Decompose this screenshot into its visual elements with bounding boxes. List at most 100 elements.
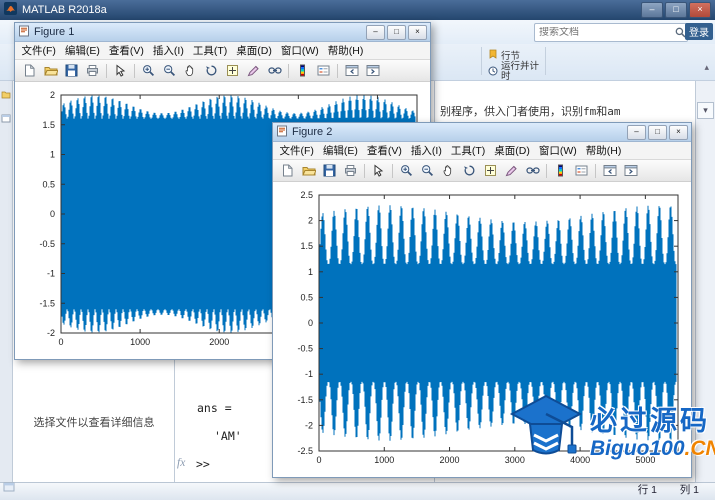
data-cursor-button[interactable] <box>222 61 243 80</box>
menu-file[interactable]: 文件(F) <box>275 143 318 158</box>
pan-icon <box>184 64 197 77</box>
insert-legend-button[interactable] <box>313 61 334 80</box>
y-tick-label: -2 <box>305 420 313 430</box>
rotate-3d-button[interactable] <box>201 61 222 80</box>
pan-button[interactable] <box>438 161 459 180</box>
x-tick-label: 1000 <box>374 455 394 465</box>
figure-2-maximize-button[interactable]: □ <box>648 125 667 140</box>
insert-colorbar-icon <box>296 64 309 77</box>
menu-insert[interactable]: 插入(I) <box>406 143 446 158</box>
pan-button[interactable] <box>180 61 201 80</box>
show-plot-tools-button[interactable] <box>362 61 383 80</box>
hide-plot-tools-icon <box>603 164 617 177</box>
run-and-time-button[interactable]: 运行并计时 <box>488 62 540 82</box>
figure-1-maximize-button[interactable]: □ <box>387 25 406 40</box>
ribbon-collapse-icon[interactable]: ▴ <box>704 62 709 73</box>
insert-colorbar-button[interactable] <box>550 161 571 180</box>
main-close-button[interactable]: × <box>689 2 711 18</box>
figure-1-titlebar[interactable]: Figure 1–□× <box>15 23 430 42</box>
menu-help[interactable]: 帮助(H) <box>581 143 626 158</box>
print-figure-icon <box>86 64 99 77</box>
menu-edit[interactable]: 编辑(E) <box>318 143 362 158</box>
menu-view[interactable]: 查看(V) <box>362 143 406 158</box>
main-maximize-button[interactable]: □ <box>665 2 687 18</box>
insert-legend-icon <box>317 64 330 77</box>
main-minimize-button[interactable]: – <box>641 2 663 18</box>
data-cursor-icon <box>484 164 497 177</box>
save-figure-button[interactable] <box>319 161 340 180</box>
x-tick-label: 1000 <box>130 337 150 347</box>
figure-1-close-button[interactable]: × <box>408 25 427 40</box>
menu-edit[interactable]: 编辑(E) <box>60 43 104 58</box>
show-plot-tools-icon <box>366 64 380 77</box>
y-tick-label: 0 <box>50 209 55 219</box>
y-tick-label: 0.5 <box>42 179 55 189</box>
y-tick-label: -1.5 <box>39 298 55 308</box>
menu-tools[interactable]: 工具(T) <box>446 143 489 158</box>
zoom-out-icon <box>421 164 434 177</box>
open-file-button[interactable] <box>298 161 319 180</box>
toolbar-separator <box>392 164 393 178</box>
data-cursor-button[interactable] <box>480 161 501 180</box>
menu-desktop[interactable]: 桌面(D) <box>232 43 277 58</box>
menu-help[interactable]: 帮助(H) <box>323 43 368 58</box>
menu-window[interactable]: 窗口(W) <box>534 143 581 158</box>
x-tick-label: 2000 <box>209 337 229 347</box>
sidebar-panel-icon[interactable] <box>1 110 11 128</box>
x-tick-label: 0 <box>316 455 321 465</box>
editor-comment-line: 别程序，供入门者使用，识别fm和am <box>440 103 621 119</box>
doc-search-box[interactable] <box>534 23 688 42</box>
hide-plot-tools-button[interactable] <box>599 161 620 180</box>
figure-2-close-button[interactable]: × <box>669 125 688 140</box>
rotate-3d-button[interactable] <box>459 161 480 180</box>
zoom-out-button[interactable] <box>159 61 180 80</box>
run-section-button[interactable]: 行节 <box>488 48 520 62</box>
zoom-in-button[interactable] <box>138 61 159 80</box>
save-figure-button[interactable] <box>61 61 82 80</box>
show-plot-tools-button[interactable] <box>620 161 641 180</box>
insert-legend-button[interactable] <box>571 161 592 180</box>
menu-tools[interactable]: 工具(T) <box>188 43 231 58</box>
edit-plot-button[interactable] <box>368 161 389 180</box>
new-figure-icon <box>23 64 36 77</box>
zoom-in-icon <box>400 164 413 177</box>
login-button[interactable]: 登录 <box>685 23 713 40</box>
link-plot-button[interactable] <box>522 161 543 180</box>
link-plot-button[interactable] <box>264 61 285 80</box>
menu-window[interactable]: 窗口(W) <box>276 43 323 58</box>
editor-dropdown-icon[interactable]: ▾ <box>697 102 714 119</box>
edit-plot-button[interactable] <box>110 61 131 80</box>
status-column-indicator: 列 1 <box>680 482 699 497</box>
open-file-button[interactable] <box>40 61 61 80</box>
figure-2-minimize-button[interactable]: – <box>627 125 646 140</box>
y-tick-label: 1.5 <box>300 241 313 251</box>
brush-button[interactable] <box>501 161 522 180</box>
toolbar-separator <box>337 64 338 78</box>
ribbon-separator <box>545 47 546 75</box>
toolbar-separator <box>106 64 107 78</box>
insert-colorbar-button[interactable] <box>292 61 313 80</box>
hide-plot-tools-button[interactable] <box>341 61 362 80</box>
menu-view[interactable]: 查看(V) <box>104 43 148 58</box>
figure-2-titlebar[interactable]: Figure 2–□× <box>273 123 691 142</box>
sidebar-folder-icon[interactable] <box>1 86 11 104</box>
new-figure-button[interactable] <box>19 61 40 80</box>
y-tick-label: -1 <box>47 269 55 279</box>
menu-insert[interactable]: 插入(I) <box>148 43 188 58</box>
print-figure-button[interactable] <box>82 61 103 80</box>
zoom-in-button[interactable] <box>396 161 417 180</box>
figure-doc-icon <box>18 25 30 40</box>
save-figure-icon <box>65 64 78 77</box>
status-window-icon[interactable] <box>3 480 15 498</box>
command-prompt[interactable]: >> <box>196 457 210 471</box>
menu-file[interactable]: 文件(F) <box>17 43 60 58</box>
search-input[interactable] <box>535 27 675 38</box>
brush-button[interactable] <box>243 61 264 80</box>
zoom-out-button[interactable] <box>417 161 438 180</box>
toolbar-separator <box>288 64 289 78</box>
figure-1-minimize-button[interactable]: – <box>366 25 385 40</box>
new-figure-button[interactable] <box>277 161 298 180</box>
figure-2-toolbar <box>273 160 691 182</box>
print-figure-button[interactable] <box>340 161 361 180</box>
menu-desktop[interactable]: 桌面(D) <box>490 143 535 158</box>
